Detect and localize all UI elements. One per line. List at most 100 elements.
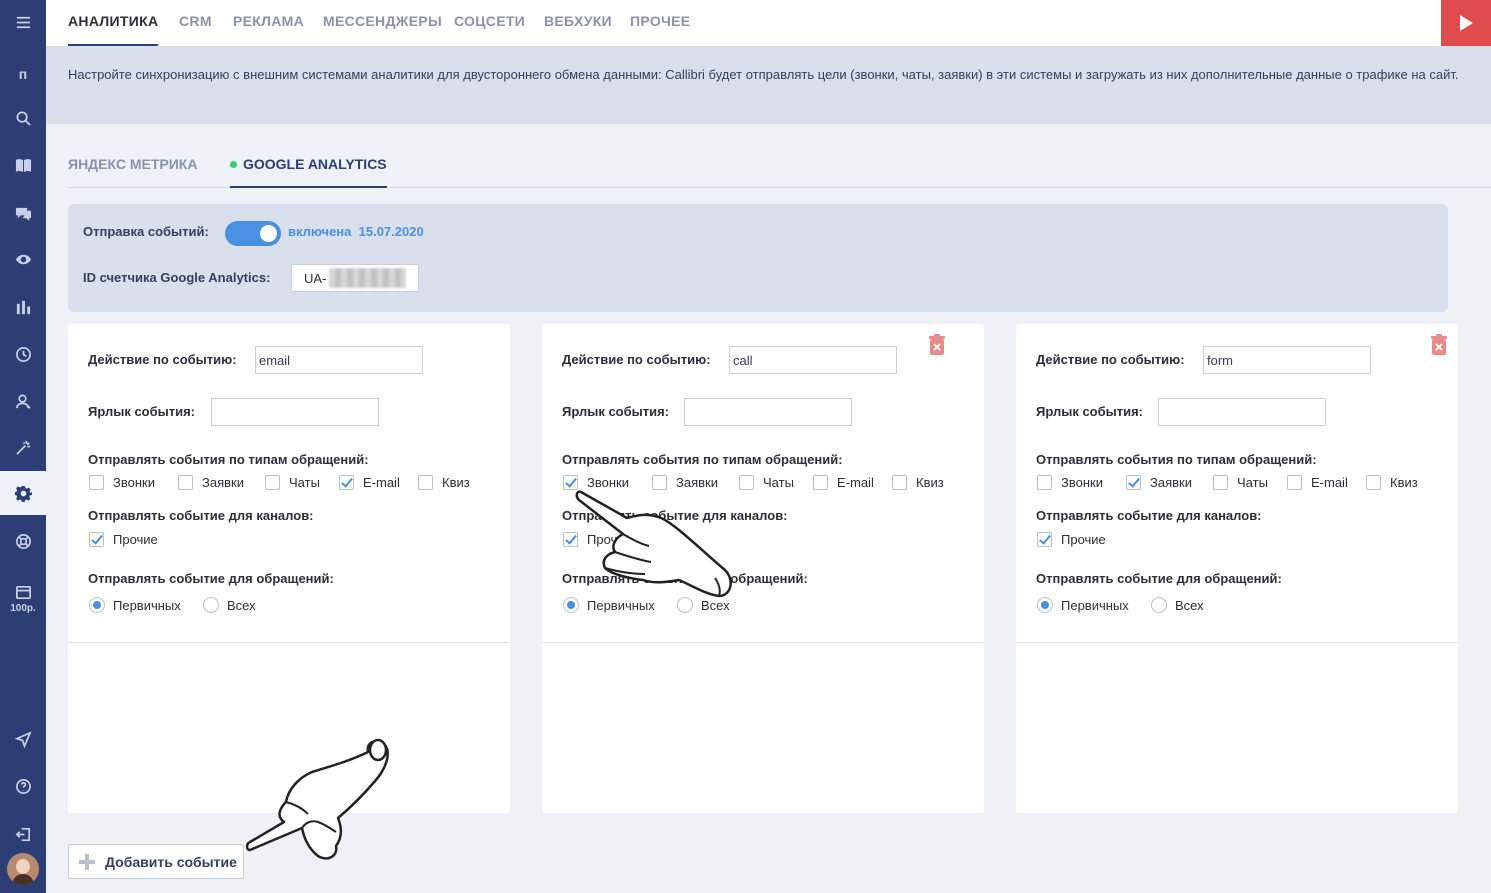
event-label-input[interactable] [211,398,379,426]
send-for-channels-label: Отправлять событие для каналов: [562,508,788,523]
event-card-1: Действие по событию: Ярлык события: Отпр… [68,324,510,813]
event-label-label: Ярлык события: [88,404,196,419]
add-event-button[interactable]: Добавить событие [68,844,244,879]
type-requests-checkbox[interactable]: Заявки [652,475,718,490]
tab-other[interactable]: ПРОЧЕЕ [630,0,690,46]
type-quiz-checkbox[interactable]: Квиз [892,475,944,490]
req-primary-radio[interactable]: Первичных [89,597,181,613]
delete-trash-icon[interactable] [1430,334,1448,355]
status-text: включена [288,224,352,239]
event-label-input[interactable] [1158,398,1326,426]
tab-ads[interactable]: РЕКЛАМА [233,0,304,46]
send-by-types-label: Отправлять события по типам обращений: [88,452,369,467]
type-quiz-checkbox[interactable]: Квиз [1366,475,1418,490]
subtab-yandex-metrika[interactable]: ЯНДЕКС МЕТРИКА [68,145,197,188]
search-icon[interactable] [0,96,46,140]
sidebar: п 100р. [0,0,46,893]
delete-trash-icon[interactable] [928,334,946,355]
tab-social[interactable]: СОЦСЕТИ [454,0,525,46]
clock-icon[interactable] [0,332,46,376]
support-icon[interactable] [0,519,46,563]
help-icon[interactable] [0,764,46,808]
channel-other-checkbox[interactable]: Прочие [89,532,158,547]
send-events-toggle[interactable] [225,221,281,246]
type-requests-checkbox[interactable]: Заявки [178,475,244,490]
status-date: 15.07.2020 [358,224,424,239]
subtab-google-label: GOOGLE ANALYTICS [243,156,387,172]
sidebar-item-billing[interactable]: 100р. [0,574,46,624]
type-quiz-checkbox[interactable]: Квиз [418,475,470,490]
req-all-radio[interactable]: Всех [203,597,256,613]
type-chats-checkbox[interactable]: Чаты [265,475,320,490]
send-for-channels-label: Отправлять событие для каналов: [1036,508,1262,523]
analytics-subtabs: ЯНДЕКС МЕТРИКА GOOGLE ANALYTICS [68,145,1491,188]
req-all-radio[interactable]: Всех [677,597,730,613]
action-label: Действие по событию: [562,352,711,367]
type-email-checkbox[interactable]: E-mail [1287,475,1348,490]
send-events-label: Отправка событий: [83,224,209,239]
project-letter: п [18,66,28,82]
send-events-status: включена 15.07.2020 [288,224,424,239]
event-label-label: Ярлык события: [1036,404,1144,419]
req-primary-radio[interactable]: Первичных [1037,597,1129,613]
ga-settings-panel [68,204,1448,312]
magic-wand-icon[interactable] [0,425,46,469]
avatar[interactable] [7,853,39,885]
event-card-3: Действие по событию: Ярлык события: Отпр… [1016,324,1458,813]
card-divider [68,642,510,643]
wallet-icon [15,585,31,600]
card-divider [542,642,984,643]
top-navigation: АНАЛИТИКА CRM РЕКЛАМА МЕССЕНДЖЕРЫ СОЦСЕТ… [46,0,1491,46]
send-for-requests-label: Отправлять событие для обращений: [562,571,808,586]
bar-chart-icon[interactable] [0,285,46,329]
event-label-label: Ярлык события: [562,404,670,419]
tab-crm[interactable]: CRM [179,0,212,46]
book-icon[interactable] [0,143,46,187]
type-email-checkbox[interactable]: E-mail [339,475,400,490]
req-primary-radio[interactable]: Первичных [563,597,655,613]
balance-value: 100р. [10,603,36,614]
menu-icon[interactable] [0,0,46,44]
counter-id-label: ID счетчика Google Analytics: [83,270,271,285]
chat-icon[interactable] [0,191,46,235]
send-for-requests-label: Отправлять событие для обращений: [1036,571,1282,586]
type-email-checkbox[interactable]: E-mail [813,475,874,490]
subtab-google-analytics[interactable]: GOOGLE ANALYTICS [230,145,387,188]
play-button[interactable] [1441,0,1491,46]
sidebar-item-project[interactable]: п [0,52,46,96]
event-label-input[interactable] [684,398,852,426]
type-chats-checkbox[interactable]: Чаты [739,475,794,490]
type-calls-checkbox[interactable]: Звонки [563,475,629,490]
type-calls-checkbox[interactable]: Звонки [89,475,155,490]
channel-other-checkbox[interactable]: Прочие [1037,532,1106,547]
tab-analytics[interactable]: АНАЛИТИКА [68,0,159,46]
plus-icon [79,854,95,870]
channel-other-checkbox[interactable]: Прочие [563,532,632,547]
send-for-channels-label: Отправлять событие для каналов: [88,508,314,523]
info-banner: Настройте синхронизацию с внешним систем… [46,46,1491,124]
send-icon[interactable] [0,717,46,761]
type-requests-checkbox[interactable]: Заявки [1126,475,1192,490]
send-by-types-label: Отправлять события по типам обращений: [562,452,843,467]
action-label: Действие по событию: [88,352,237,367]
action-input[interactable] [1203,346,1371,374]
action-label: Действие по событию: [1036,352,1185,367]
event-card-2: Действие по событию: Ярлык события: Отпр… [542,324,984,813]
eye-icon[interactable] [0,237,46,281]
action-input[interactable] [729,346,897,374]
type-chats-checkbox[interactable]: Чаты [1213,475,1268,490]
type-calls-checkbox[interactable]: Звонки [1037,475,1103,490]
send-for-requests-label: Отправлять событие для обращений: [88,571,334,586]
action-input[interactable] [255,346,423,374]
req-all-radio[interactable]: Всех [1151,597,1204,613]
tab-webhooks[interactable]: ВЕБХУКИ [544,0,612,46]
counter-id-value: UA- [304,271,327,286]
send-by-types-label: Отправлять события по типам обращений: [1036,452,1317,467]
user-search-icon[interactable] [0,379,46,423]
status-dot-icon [230,160,237,168]
tab-messengers[interactable]: МЕССЕНДЖЕРЫ [323,0,442,46]
settings-gear-icon[interactable] [0,471,46,515]
logout-icon[interactable] [0,812,46,856]
counter-id-redacted [329,268,406,288]
card-divider [1016,642,1458,643]
